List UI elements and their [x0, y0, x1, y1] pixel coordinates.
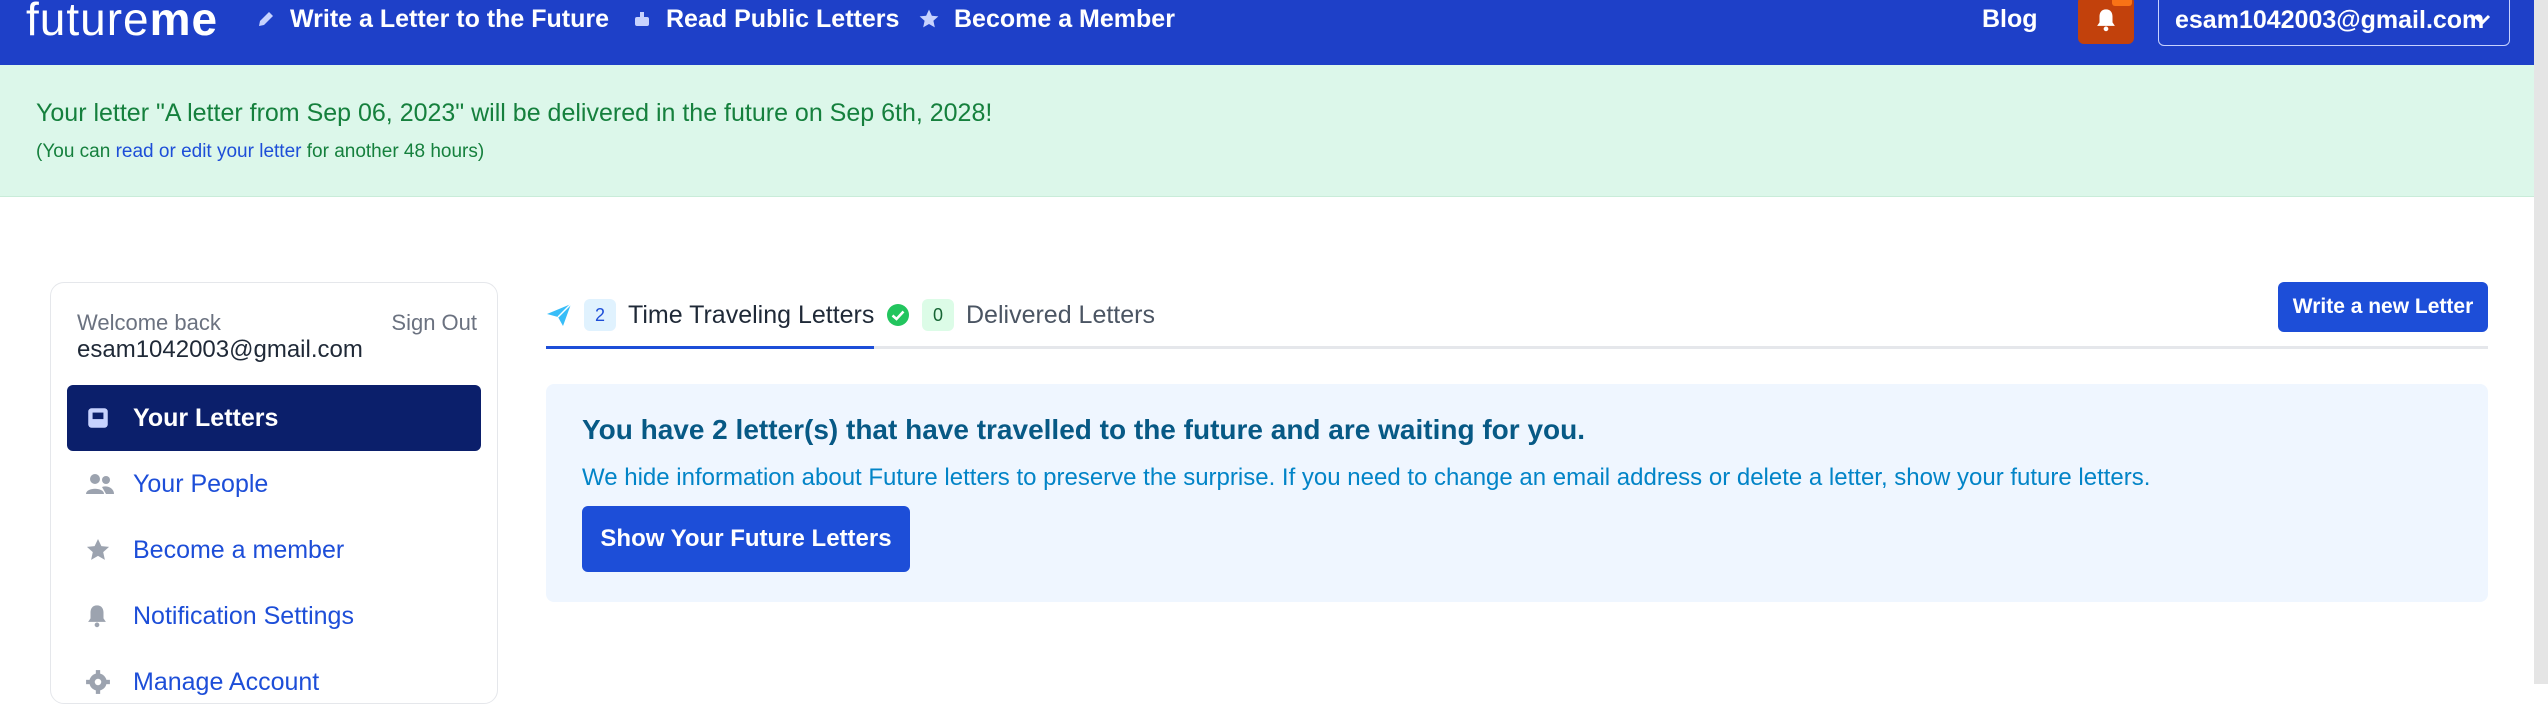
tab-label: Delivered Letters [966, 300, 1155, 329]
gear-icon [86, 670, 110, 694]
success-banner: Your letter "A letter from Sep 06, 2023"… [0, 65, 2534, 197]
sidebar-item-label: Your People [133, 469, 269, 498]
letters-tabs: 2 Time Traveling Letters 0 Delivered Let… [546, 284, 2488, 349]
tab-count-badge: 2 [584, 299, 616, 331]
welcome-label: Welcome back [77, 310, 221, 335]
sidebar-item-label: Become a member [133, 535, 345, 564]
sidebar-item-manage-account[interactable]: Manage Account [67, 649, 481, 715]
sidebar: Welcome back Sign Out esam1042003@gmail.… [50, 282, 498, 704]
banner-sub-prefix: (You can [36, 141, 116, 162]
sidebar-item-label: Your Letters [133, 403, 279, 432]
page-scrollbar[interactable] [2534, 0, 2548, 684]
sidebar-item-become-member[interactable]: Become a member [67, 517, 481, 583]
star-icon [86, 538, 110, 560]
people-icon [86, 474, 114, 494]
write-new-letter-button[interactable]: Write a new Letter [2278, 282, 2488, 332]
bell-icon [2097, 9, 2115, 32]
mailbox-icon [635, 12, 649, 26]
sidebar-item-label: Notification Settings [133, 601, 354, 630]
account-email: esam1042003@gmail.com [2175, 5, 2485, 34]
sidebar-item-notification-settings[interactable]: Notification Settings [67, 583, 481, 649]
tab-delivered[interactable]: 0 Delivered Letters [886, 284, 1155, 346]
nav-blog[interactable]: Blog [1982, 2, 2038, 36]
nav-write-letter-label: Write a Letter to the Future [290, 4, 610, 33]
nav-write-letter[interactable]: Write a Letter to the Future [256, 2, 609, 36]
notification-badge [2112, 0, 2132, 6]
banner-subtext: (You can read or edit your letter for an… [36, 141, 484, 163]
tab-label: Time Traveling Letters [628, 300, 875, 329]
paper-plane-icon [547, 303, 572, 326]
chevron-down-icon [2473, 14, 2491, 26]
inbox-icon [88, 408, 108, 428]
sidebar-item-your-letters[interactable]: Your Letters [67, 385, 481, 451]
future-letters-title: You have 2 letter(s) that have travelled… [582, 414, 1586, 445]
nav-read-public-label: Read Public Letters [666, 4, 900, 33]
account-dropdown[interactable]: esam1042003@gmail.com [2158, 0, 2510, 46]
star-icon [919, 9, 939, 28]
bell-icon [88, 605, 106, 628]
sidebar-item-your-people[interactable]: Your People [67, 451, 481, 517]
logo-text-me: me [149, 0, 219, 45]
tab-time-traveling[interactable]: 2 Time Traveling Letters [546, 284, 875, 349]
tab-count-badge: 0 [922, 299, 954, 331]
nav-become-member-label: Become a Member [954, 4, 1175, 33]
banner-message: Your letter "A letter from Sep 06, 2023"… [36, 99, 993, 127]
top-navbar: futureme Write a Letter to the Future Re… [0, 0, 2534, 65]
notifications-button[interactable] [2078, 0, 2134, 44]
check-circle-icon [887, 304, 909, 326]
user-email: esam1042003@gmail.com [77, 336, 363, 363]
logo-text-future: future [26, 0, 150, 45]
banner-sub-suffix: for another 48 hours) [301, 141, 485, 162]
nav-read-public[interactable]: Read Public Letters [632, 2, 899, 36]
futureme-logo[interactable]: futureme [26, 0, 218, 46]
sign-out-link[interactable]: Sign Out [391, 310, 477, 336]
show-future-letters-button[interactable]: Show Your Future Letters [582, 506, 910, 572]
nav-become-member[interactable]: Become a Member [918, 2, 1175, 36]
sidebar-item-label: Manage Account [133, 667, 320, 696]
pencil-icon [259, 12, 273, 26]
future-letters-card: You have 2 letter(s) that have travelled… [546, 384, 2488, 602]
read-edit-letter-link[interactable]: read or edit your letter [116, 141, 302, 162]
future-letters-description: We hide information about Future letters… [582, 464, 2151, 491]
